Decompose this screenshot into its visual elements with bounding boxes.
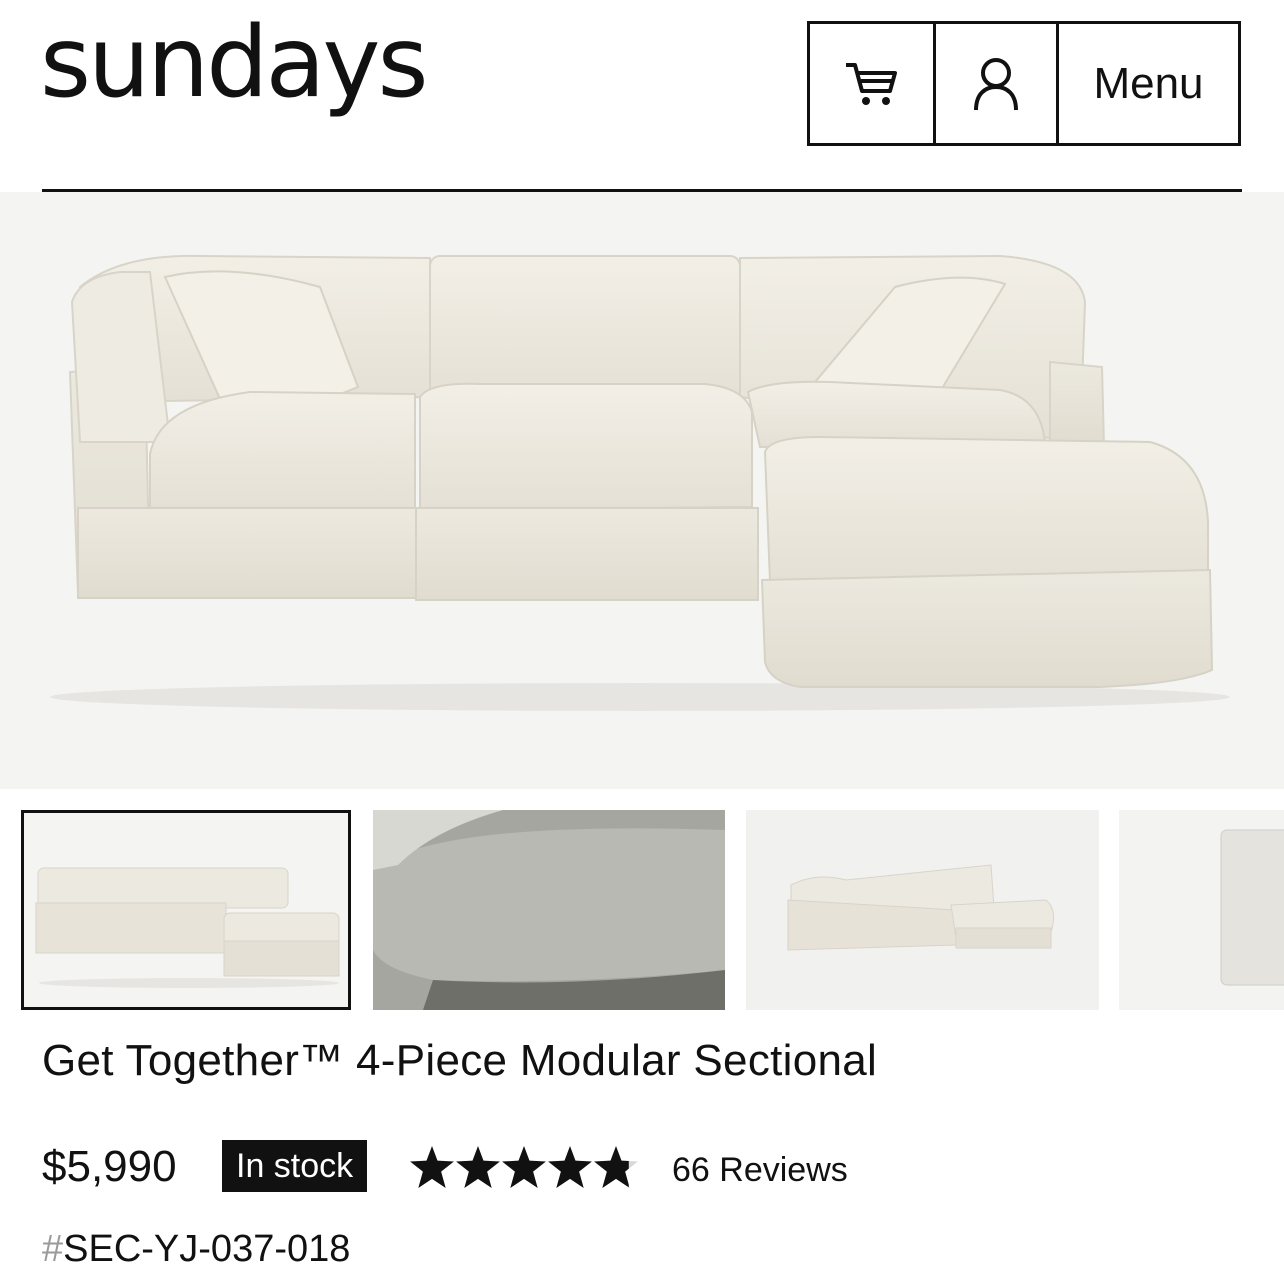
thumbnail-fabric-swatch[interactable] xyxy=(1119,810,1284,1010)
menu-button[interactable]: Menu xyxy=(1059,24,1238,143)
thumbnail-fabric-closeup[interactable] xyxy=(373,810,725,1010)
brand-logo[interactable]: sundays xyxy=(40,14,429,112)
sectional-angle-thumbnail-image xyxy=(787,864,1055,951)
thumbnail-strip xyxy=(0,810,1284,1010)
star-icon xyxy=(456,1146,500,1188)
reviews-link[interactable]: 66 Reviews xyxy=(672,1151,848,1190)
shopping-cart-icon xyxy=(845,62,897,105)
user-icon xyxy=(974,57,1018,110)
product-price: $5,990 xyxy=(42,1142,177,1191)
star-icon xyxy=(410,1146,454,1188)
fabric-swatch-image xyxy=(1220,829,1284,986)
product-sku: #SEC-YJ-037-018 xyxy=(42,1228,350,1271)
stock-badge: In stock xyxy=(222,1140,368,1192)
thumbnail-sectional-angle[interactable] xyxy=(746,810,1099,1010)
thumbnail-sectional-front[interactable] xyxy=(21,810,351,1010)
rating-stars[interactable] xyxy=(410,1146,638,1188)
product-title: Get Together™ 4-Piece Modular Sectional xyxy=(42,1036,878,1085)
header-nav: Menu xyxy=(807,21,1241,146)
sectional-thumbnail-image xyxy=(35,867,340,988)
product-main-image[interactable] xyxy=(0,192,1284,789)
star-partial-icon xyxy=(594,1146,638,1188)
star-icon xyxy=(502,1146,546,1188)
sku-code: SEC-YJ-037-018 xyxy=(63,1228,351,1270)
sku-hash: # xyxy=(42,1228,64,1270)
star-icon xyxy=(548,1146,592,1188)
sectional-sofa-illustration xyxy=(50,254,1230,711)
cart-button[interactable] xyxy=(810,24,936,143)
fabric-closeup-image xyxy=(373,810,725,1010)
account-button[interactable] xyxy=(936,24,1059,143)
